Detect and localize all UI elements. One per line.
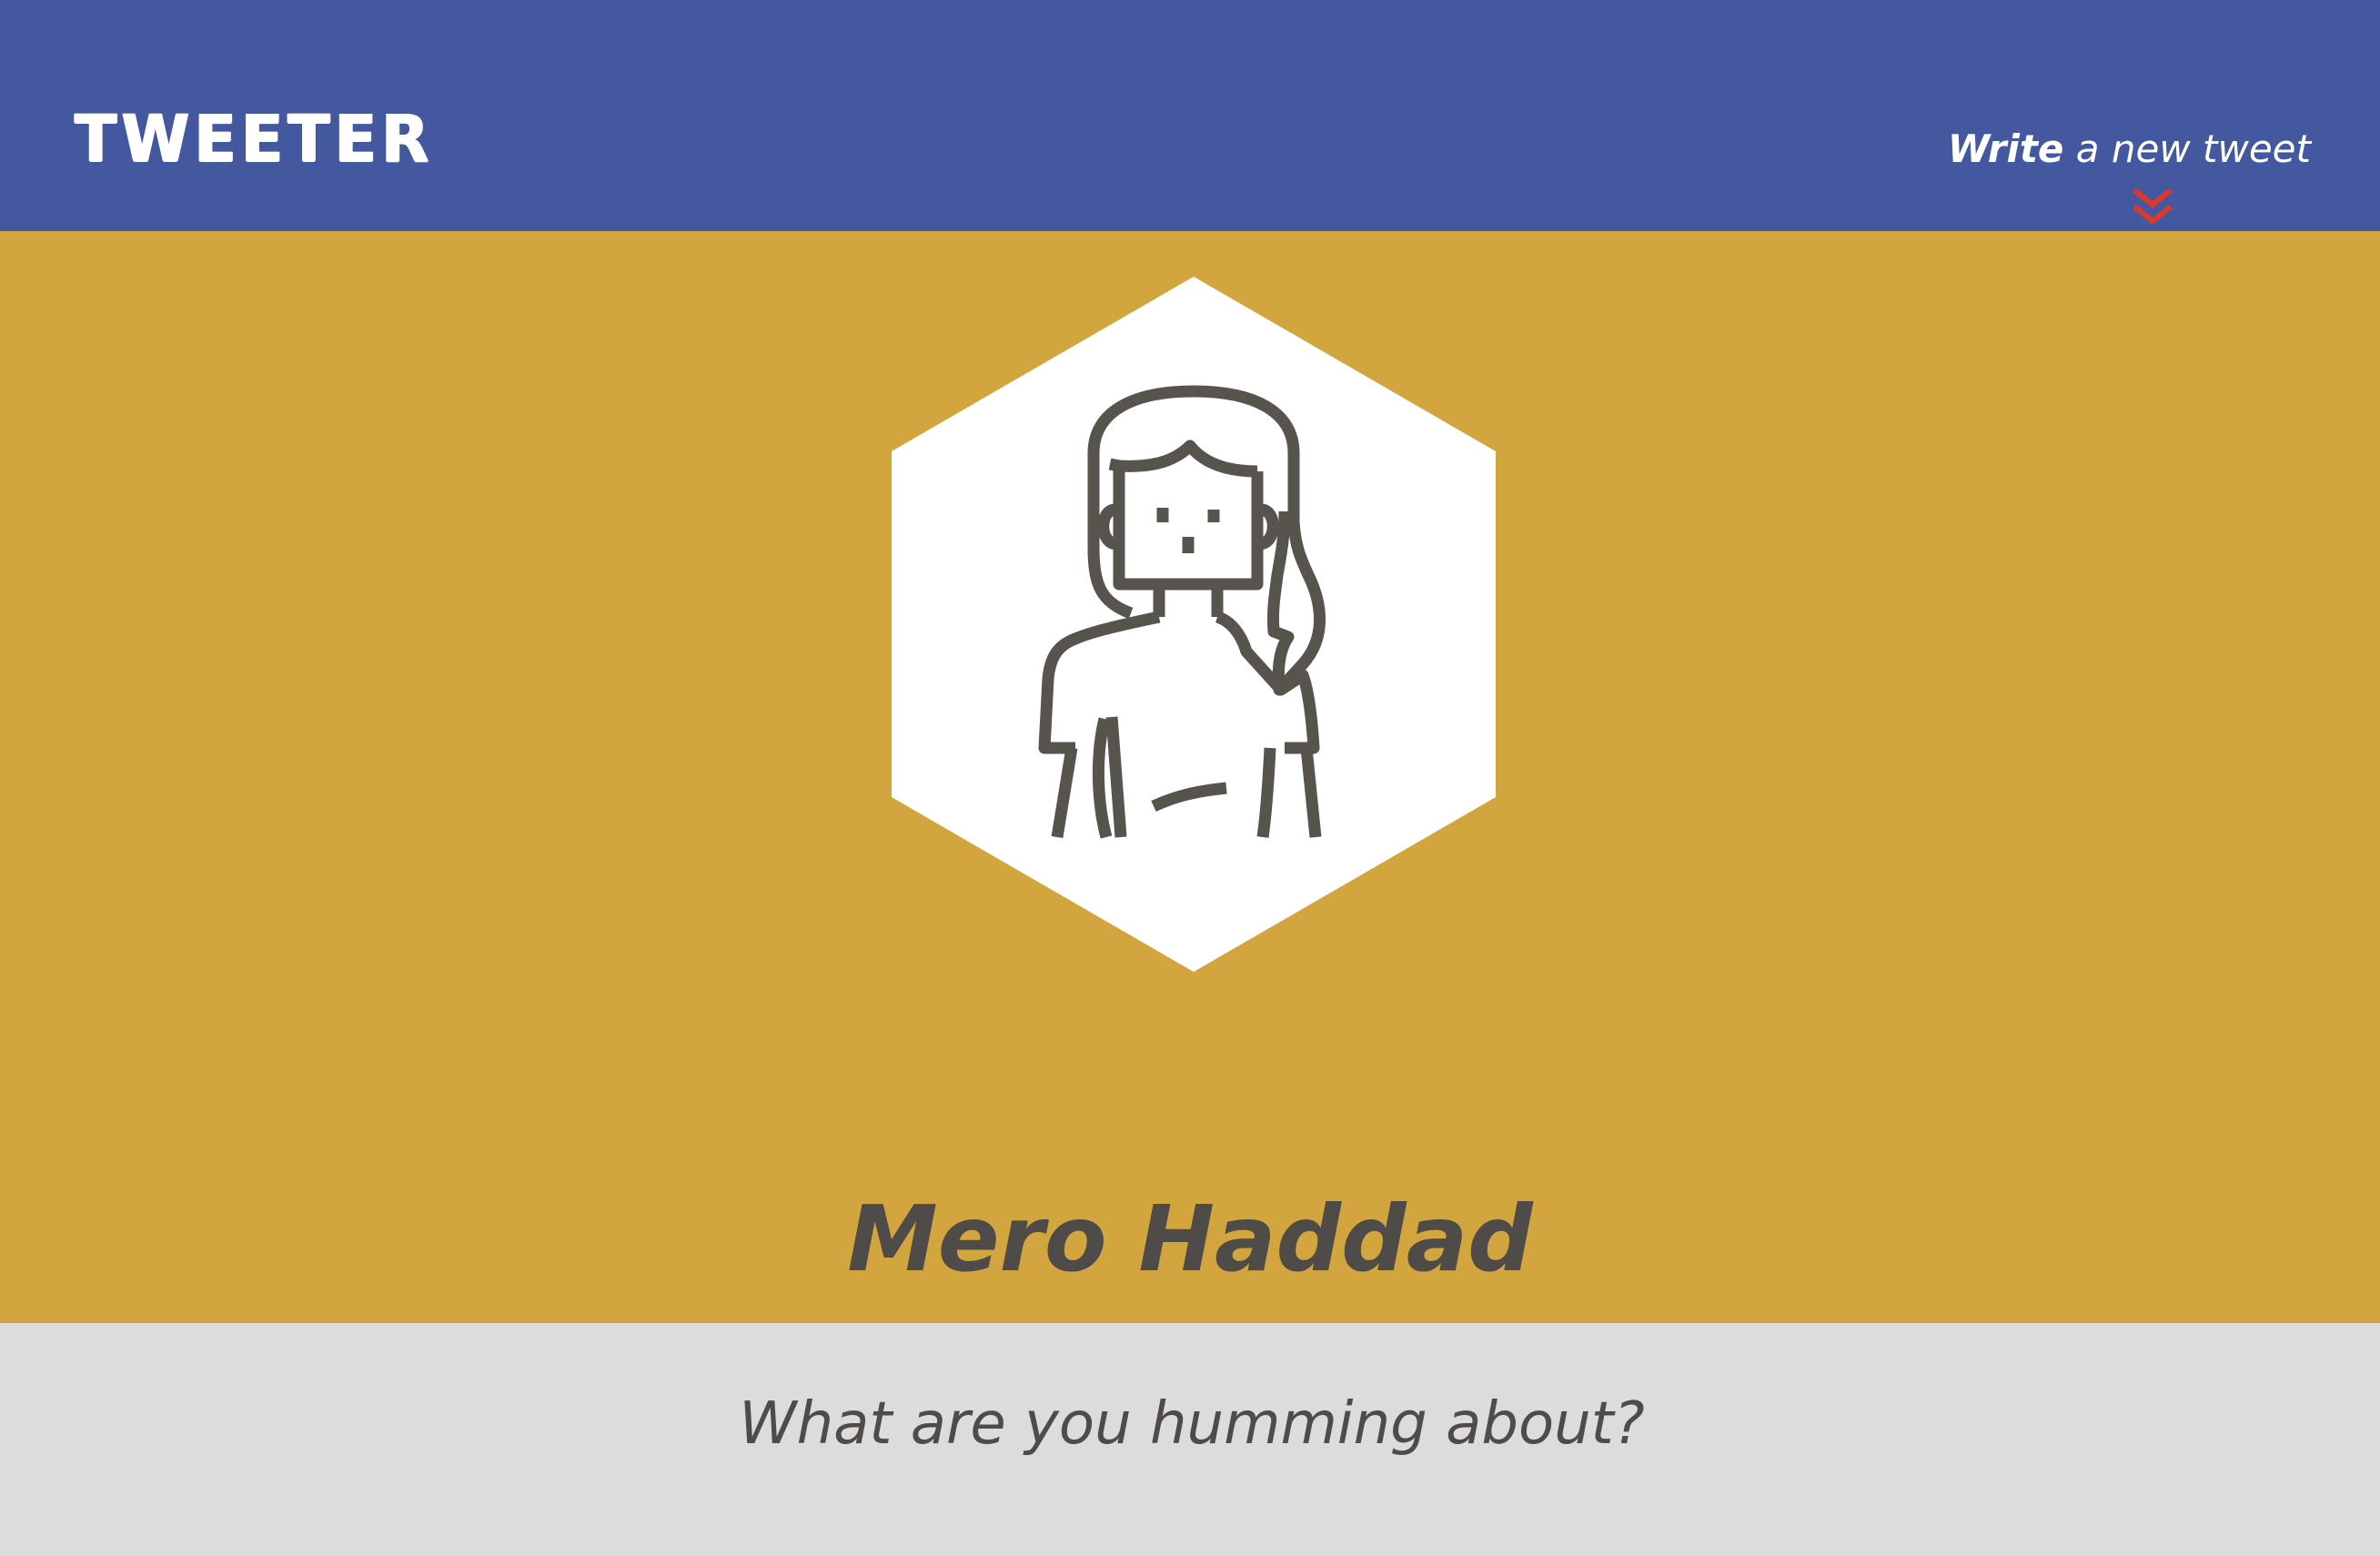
profile-name: Mero Haddad	[847, 1186, 1533, 1292]
write-new-tweet-label[interactable]: Write a new tweet	[1948, 130, 2311, 168]
write-new-tweet-toggle[interactable]: Write a new tweet	[1948, 130, 2311, 168]
compose-tweet-area	[0, 1323, 2380, 1556]
write-new-tweet-strong: Write	[1947, 126, 2064, 171]
app-root: TWEETER Write a new tweet Mero Haddad Wh…	[0, 0, 2380, 1556]
profile-avatar	[890, 275, 1498, 974]
top-navbar: TWEETER Write a new tweet	[0, 0, 2380, 231]
hexagon-frame	[892, 277, 1496, 972]
double-chevron-down-icon[interactable]	[2129, 187, 2176, 228]
tweet-input[interactable]	[462, 1369, 1921, 1480]
brand-logo[interactable]: TWEETER	[75, 107, 434, 172]
woman-avatar-icon	[892, 277, 1496, 972]
write-new-tweet-rest: a new tweet	[2063, 126, 2311, 171]
